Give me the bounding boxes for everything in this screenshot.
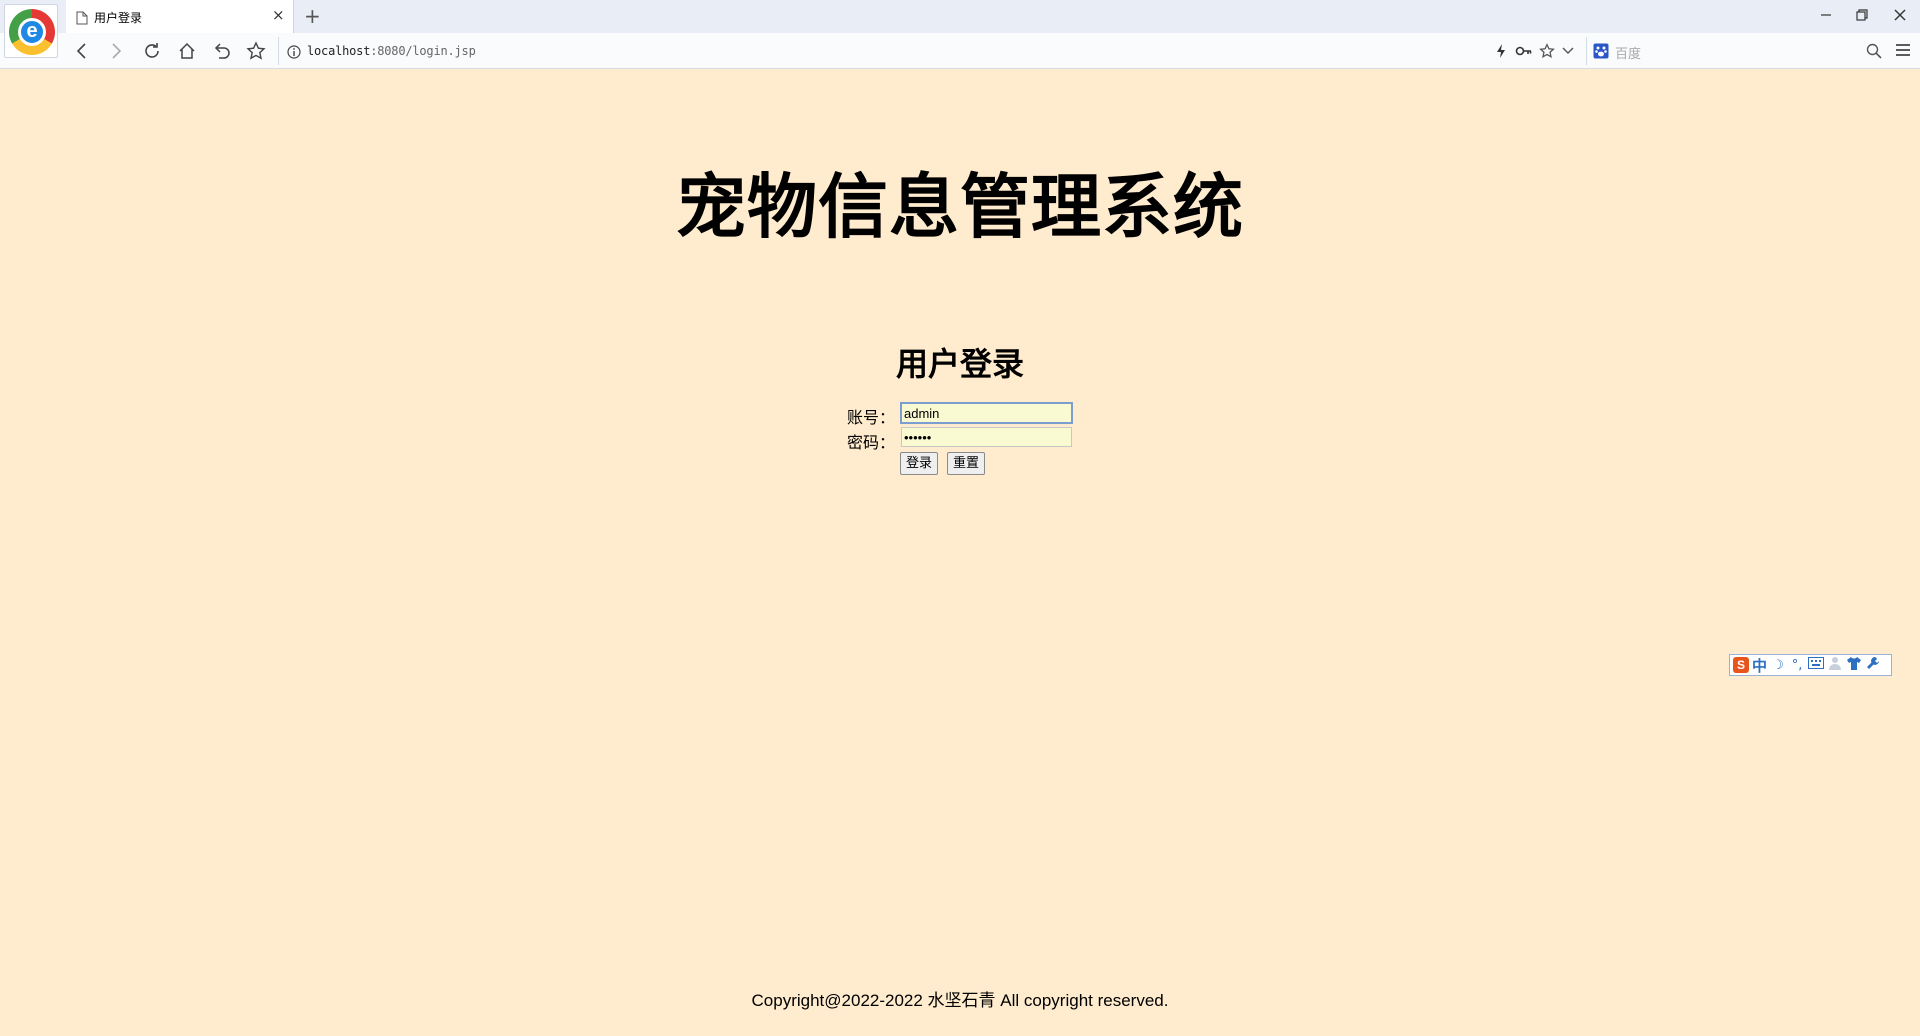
password-input[interactable] xyxy=(901,427,1072,447)
browser-tab[interactable]: 用户登录 × xyxy=(66,0,294,33)
login-button[interactable]: 登录 xyxy=(900,452,939,475)
forward-icon[interactable] xyxy=(106,41,128,61)
account-input[interactable] xyxy=(900,402,1073,424)
reload-icon[interactable] xyxy=(142,41,164,61)
back-icon[interactable] xyxy=(72,41,94,61)
browser-logo-letter: e xyxy=(18,18,46,46)
key-icon[interactable] xyxy=(1515,43,1537,63)
baidu-icon[interactable] xyxy=(1593,43,1609,63)
lightning-icon[interactable] xyxy=(1494,43,1516,63)
bookmark-star-icon[interactable] xyxy=(246,41,268,61)
page-title: 宠物信息管理系统 xyxy=(676,166,1244,248)
restore-icon[interactable] xyxy=(1850,6,1874,26)
ime-language-toggle[interactable]: 中 xyxy=(1752,655,1767,676)
user-icon[interactable] xyxy=(1827,656,1843,674)
account-label: 账号： xyxy=(846,408,895,427)
undo-close-tab-icon[interactable] xyxy=(212,41,234,61)
copyright-footer: Copyright@2022-2022 水坚石青 All copyright r… xyxy=(751,991,1169,1010)
page-icon xyxy=(76,10,88,29)
page-viewport: 宠物信息管理系统 用户登录 账号： 密码： 登录 重置 S 中 ☽ °, Cop… xyxy=(0,69,1920,1036)
wrench-icon[interactable] xyxy=(1865,656,1881,674)
favorite-star-icon[interactable] xyxy=(1539,43,1561,63)
url-host: localhost xyxy=(307,44,371,58)
skin-tshirt-icon[interactable] xyxy=(1846,656,1862,674)
url-text: localhost:8080/login.jsp xyxy=(307,44,476,58)
keyboard-icon[interactable] xyxy=(1808,657,1825,673)
tab-close-icon[interactable]: × xyxy=(272,7,285,24)
search-placeholder: 百度 xyxy=(1615,47,1642,62)
login-heading: 用户登录 xyxy=(895,345,1024,383)
url-path: :8080/login.jsp xyxy=(370,44,476,58)
chevron-down-icon[interactable] xyxy=(1561,43,1583,63)
search-box[interactable]: 百度 xyxy=(1586,37,1894,65)
tab-title: 用户登录 xyxy=(94,11,143,25)
ime-toolbar[interactable]: S 中 ☽ °, xyxy=(1729,654,1892,676)
menu-icon[interactable] xyxy=(1894,41,1916,61)
new-tab-icon[interactable]: + xyxy=(304,5,321,27)
punctuation-icon[interactable]: °, xyxy=(1789,658,1805,673)
reset-button[interactable]: 重置 xyxy=(947,452,986,475)
browser-logo[interactable]: e xyxy=(4,4,58,58)
browser-toolbar: localhost:8080/login.jsp 百度 xyxy=(0,33,1920,69)
sogou-logo-icon[interactable]: S xyxy=(1733,657,1749,673)
search-icon[interactable] xyxy=(1866,43,1882,63)
site-info-icon[interactable] xyxy=(287,44,301,63)
close-window-icon[interactable] xyxy=(1888,6,1912,26)
home-icon[interactable] xyxy=(177,41,199,61)
password-label: 密码： xyxy=(846,433,895,452)
minimize-icon[interactable] xyxy=(1814,6,1838,26)
tab-bar: 用户登录 × + xyxy=(0,0,1920,33)
moon-icon[interactable]: ☽ xyxy=(1770,658,1786,673)
address-bar[interactable]: localhost:8080/login.jsp xyxy=(278,37,1583,65)
